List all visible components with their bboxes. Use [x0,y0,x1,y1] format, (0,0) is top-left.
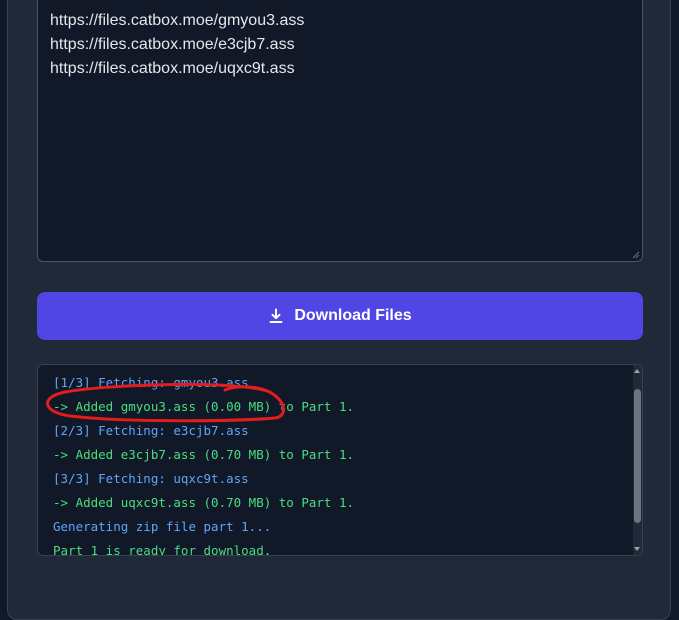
log-scrollbar-thumb[interactable] [634,389,641,523]
url-line: https://files.catbox.moe/gmyou3.ass [50,12,305,29]
log-line: [1/3] Fetching: gmyou3.ass [53,375,249,390]
log-line: [3/3] Fetching: uqxc9t.ass [53,471,249,486]
download-files-button[interactable]: Download Files [37,292,643,340]
download-files-label: Download Files [294,307,412,324]
log-line: Generating zip file part 1... [53,519,272,534]
log-line: -> Added gmyou3.ass (0.00 MB) to Part 1. [53,399,355,414]
scroll-down-icon[interactable] [634,547,640,551]
url-line: https://files.catbox.moe/uqxc9t.ass [50,60,295,77]
log-content: [1/3] Fetching: gmyou3.ass -> Added gmyo… [53,371,355,556]
url-line: https://files.catbox.moe/e3cjb7.ass [50,36,295,53]
url-list-textarea[interactable]: https://files.catbox.moe/gmyou3.ass http… [37,0,643,262]
scroll-up-icon[interactable] [634,369,640,373]
download-icon [268,308,284,324]
log-line: -> Added uqxc9t.ass (0.70 MB) to Part 1. [53,495,355,510]
log-line: -> Added e3cjb7.ass (0.70 MB) to Part 1. [53,447,355,462]
log-line: Part 1 is ready for download. [53,543,272,556]
log-panel: [1/3] Fetching: gmyou3.ass -> Added gmyo… [37,364,643,556]
log-scrollbar[interactable] [633,365,642,555]
log-line: [2/3] Fetching: e3cjb7.ass [53,423,249,438]
resize-grip-icon[interactable] [632,251,640,259]
